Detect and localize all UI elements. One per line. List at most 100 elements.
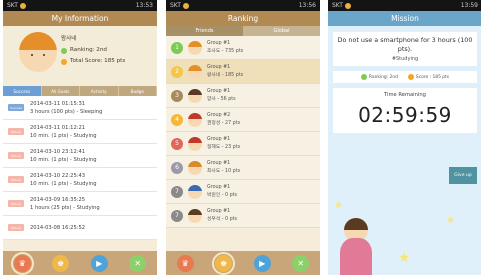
score-icon [407, 74, 414, 80]
settings-nav-icon[interactable]: ✕ [292, 254, 310, 272]
score-icon [61, 58, 67, 65]
group-label: Group #1 [207, 208, 231, 214]
avatar [188, 208, 202, 223]
tab-activity[interactable]: Activity [80, 86, 119, 96]
carrier-label: SKT [170, 2, 181, 9]
list-item[interactable]: Failure 2014-03-10 22:25:43 10 min. (1 pts… [3, 168, 157, 192]
rank-number: 7 [171, 185, 183, 198]
list-item[interactable]: Failure 2014-03-08 16:25:52 [3, 216, 157, 240]
rank-number: 5 [171, 137, 183, 150]
page-title: Ranking [166, 11, 320, 26]
list-item[interactable]: Failure 2014-03-10 23:12:41 10 min. (1 pts… [3, 144, 157, 168]
ranking-row[interactable]: 2 Group #1 왕사네 - 185 pts [166, 60, 320, 84]
avatar [19, 32, 57, 72]
rank-number: 7 [171, 209, 183, 222]
ranking-row[interactable]: 1 Group #1 조사도 - 735 pts [166, 36, 320, 60]
avatar [188, 184, 202, 199]
bottom-nav: ♛ ♚ ▶ ✕ [166, 251, 320, 275]
group-label: Group #1 [207, 64, 231, 70]
girl-dress-illustration [340, 238, 372, 275]
ranking-nav-icon[interactable]: ♚ [212, 251, 236, 275]
clock-text: 13:53 [135, 2, 153, 9]
group-label: Group #1 [207, 40, 231, 46]
carrier-label: SKT [332, 2, 343, 9]
clock-text: 13:56 [298, 2, 316, 9]
rank-number: 2 [171, 65, 183, 78]
page-title: My Information [3, 11, 157, 26]
carrier-label: SKT [7, 2, 18, 9]
profile-nav-icon[interactable]: ♛ [176, 254, 194, 272]
timer-label: Time Remaining [384, 92, 426, 98]
notification-icon [182, 2, 189, 9]
mission-message: Do not use a smartphone for 3 hours (100… [337, 36, 473, 53]
timer-panel: Time Remaining 02:59:59 [333, 88, 477, 133]
avatar [188, 40, 202, 55]
ranking-text: Ranking: 2nd [368, 74, 398, 80]
mission-stats: Ranking: 2nd Score : 185 pts [333, 71, 477, 83]
mission-card: Do not use a smartphone for 3 hours (100… [333, 32, 477, 66]
list-item[interactable]: Failure 2014-03-09 16:35:25 1 hours (25 pt… [3, 192, 157, 216]
avatar [188, 112, 202, 127]
ranking-text: Ranking: 2nd [70, 47, 107, 53]
tab-all-goals[interactable]: All Goals [41, 86, 80, 96]
ranking-icon [360, 74, 367, 80]
user-score: 왕사네 - 185 pts [207, 72, 244, 78]
user-score: 최사도 - 10 pts [207, 168, 241, 174]
profile-name: 왕사네 [61, 36, 77, 42]
countdown-clock: 02:59:59 [358, 103, 452, 127]
group-label: Group #2 [207, 112, 231, 118]
play-nav-icon[interactable]: ▶ [253, 254, 271, 272]
profile-panel: 왕사네 Ranking: 2nd Total Score: 185 pts [3, 26, 157, 86]
ranking-nav-icon[interactable]: ♚ [52, 254, 70, 272]
ranking-screen: SKT 13:56 Ranking Friends Global 1 Group… [166, 0, 320, 275]
rank-number: 4 [171, 113, 183, 126]
ranking-row[interactable]: 4 Group #2 권정성 - 27 pts [166, 108, 320, 132]
clock-text: 13:59 [460, 2, 478, 9]
user-score: 권정성 - 27 pts [207, 120, 241, 126]
ranking-row[interactable]: 5 Group #1 정해도 - 23 pts [166, 132, 320, 156]
ranking-list: 1 Group #1 조사도 - 735 pts 2 Group #1 왕사네 - 1… [166, 36, 320, 228]
group-label: Group #1 [207, 184, 231, 190]
history-list: Success 2014-03-11 01:15:31 3 hours (100 p… [3, 96, 157, 240]
star-icon: ★ [446, 215, 455, 226]
profile-nav-icon[interactable]: ♛ [10, 251, 34, 275]
ranking-row[interactable]: 3 Group #1 양사 - 56 pts [166, 84, 320, 108]
status-bar: SKT 13:56 [166, 0, 320, 11]
ranking-icon [61, 47, 67, 54]
rank-number: 6 [171, 161, 183, 174]
ranking-row[interactable]: 7 Group #1 성우석 - 0 pts [166, 204, 320, 228]
user-score: 조사도 - 735 pts [207, 48, 244, 54]
mission-hashtag: #Studying [391, 56, 419, 62]
ranking-row[interactable]: 7 Group #1 박원인 - 0 pts [166, 180, 320, 204]
info-tabs: Success All Goals Activity Badge [3, 86, 157, 96]
rank-number: 1 [171, 41, 183, 54]
notification-icon [344, 2, 351, 9]
ranking-tabs: Friends Global [166, 26, 320, 36]
avatar [188, 136, 202, 151]
score-text: Total Score: 185 pts [70, 58, 126, 64]
play-nav-icon[interactable]: ▶ [90, 254, 108, 272]
avatar [188, 88, 202, 103]
score-text: Score : 185 pts [415, 74, 450, 80]
notification-icon [19, 2, 26, 9]
group-label: Group #1 [207, 136, 231, 142]
settings-nav-icon[interactable]: ✕ [129, 254, 147, 272]
group-label: Group #1 [207, 88, 231, 94]
tab-friends[interactable]: Friends [166, 26, 243, 36]
star-icon: ★ [334, 200, 343, 211]
rank-number: 3 [171, 89, 183, 102]
tab-badge[interactable]: Badge [118, 86, 157, 96]
user-score: 성우석 - 0 pts [207, 216, 238, 222]
mission-screen: SKT 13:59 Mission Do not use a smartphon… [328, 0, 481, 275]
star-icon: ★ [398, 250, 411, 266]
list-item[interactable]: Failure 2014-03-11 01:12:21 10 min. (1 pts… [3, 120, 157, 144]
tab-global[interactable]: Global [243, 26, 320, 36]
user-score: 박원인 - 0 pts [207, 192, 238, 198]
tab-success[interactable]: Success [3, 86, 42, 96]
page-title: Mission [328, 11, 481, 26]
group-label: Group #1 [207, 160, 231, 166]
list-item[interactable]: Success 2014-03-11 01:15:31 3 hours (100 p… [3, 96, 157, 120]
ranking-row[interactable]: 6 Group #1 최사도 - 10 pts [166, 156, 320, 180]
user-score: 양사 - 56 pts [207, 96, 236, 102]
give-up-button[interactable]: Give up [449, 167, 477, 184]
